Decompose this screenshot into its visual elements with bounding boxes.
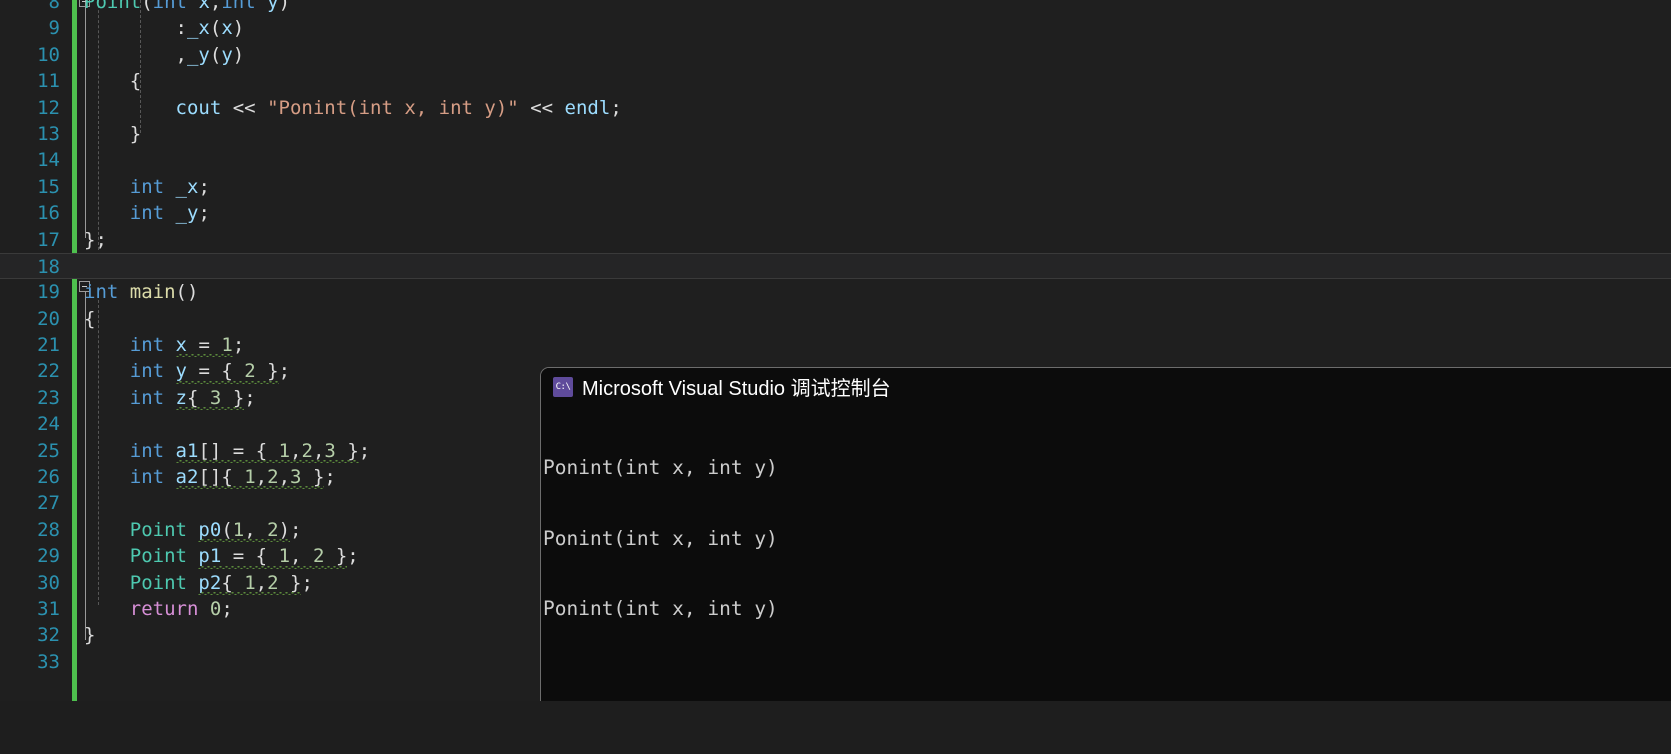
- line-content: }: [84, 624, 96, 647]
- line-number: 25: [37, 439, 60, 462]
- line-content: int _x;: [129, 175, 210, 198]
- line-number: 12: [37, 96, 60, 119]
- command-prompt-icon-glyph: C:\: [555, 381, 571, 392]
- code-line[interactable]: 13 }: [0, 121, 1671, 147]
- line-content: [84, 254, 95, 280]
- line-content: }: [129, 122, 142, 145]
- line-number: 8: [48, 0, 60, 13]
- line-number: 18: [37, 255, 60, 278]
- line-content: [84, 649, 95, 675]
- console-line: Ponint(int x, int y): [543, 597, 778, 620]
- line-number: 15: [37, 175, 60, 198]
- line-content: Point p2{ 1,2 };: [84, 570, 313, 596]
- debug-console-window[interactable]: C:\ Microsoft Visual Studio 调试控制台 Ponint…: [540, 367, 1671, 701]
- line-content: };: [84, 228, 107, 251]
- line-content: cout << "Ponint(int x, int y)" << endl;: [175, 96, 622, 119]
- code-line[interactable]: 8 Point(int x,int y): [0, 0, 1671, 15]
- line-number: 27: [37, 492, 60, 515]
- line-number: 17: [37, 228, 60, 251]
- line-number: 10: [37, 43, 60, 66]
- line-number: 28: [37, 518, 60, 541]
- line-number: 24: [37, 413, 60, 436]
- console-line: Ponint(int x, int y): [543, 526, 778, 550]
- line-number: 9: [48, 17, 60, 40]
- line-number: 21: [37, 334, 60, 357]
- line-content: return 0;: [129, 597, 233, 620]
- line-content: int z{ 3 };: [84, 385, 256, 411]
- line-number: 32: [37, 624, 60, 647]
- line-content: int x = 1;: [84, 332, 244, 358]
- line-number: 20: [37, 307, 60, 330]
- line-content: Point p1 = { 1, 2 };: [84, 543, 359, 570]
- command-prompt-icon: C:\: [553, 376, 573, 397]
- line-content: [84, 411, 95, 437]
- line-number: 16: [37, 202, 60, 225]
- line-content: {: [129, 70, 142, 93]
- line-content: :_x(x): [175, 17, 245, 40]
- line-content: {: [84, 307, 96, 330]
- code-line[interactable]: 14: [0, 147, 1671, 173]
- code-line[interactable]: 21 int x = 1;: [0, 332, 1671, 358]
- line-content: int main(): [84, 281, 199, 304]
- line-content: int a1[] = { 1,2,3 };: [84, 438, 370, 464]
- code-line[interactable]: 9 :_x(x): [0, 15, 1671, 41]
- line-number: 29: [37, 545, 60, 568]
- code-line[interactable]: 10 ,_y(y): [0, 42, 1671, 68]
- line-number: 33: [37, 650, 60, 673]
- code-line[interactable]: 16 int _y;: [0, 200, 1671, 226]
- line-content: Point p0(1, 2);: [84, 517, 301, 543]
- code-line[interactable]: 19 int main(): [0, 279, 1671, 305]
- code-line[interactable]: 11 {: [0, 68, 1671, 94]
- console-title: Microsoft Visual Studio 调试控制台: [582, 378, 891, 400]
- line-content: [84, 147, 95, 173]
- line-number: 30: [37, 571, 60, 594]
- line-number: 31: [37, 597, 60, 620]
- console-title-bar[interactable]: C:\ Microsoft Visual Studio 调试控制台: [541, 368, 1671, 405]
- code-line[interactable]: 20 {: [0, 306, 1671, 332]
- line-content: Point(int x,int y): [84, 0, 291, 13]
- line-number: 13: [37, 122, 60, 145]
- line-content: int y = { 2 };: [84, 358, 290, 385]
- line-content: int a2[]{ 1,2,3 };: [84, 464, 336, 490]
- code-line[interactable]: 15 int _x;: [0, 174, 1671, 200]
- console-output: Ponint(int x, int y) Ponint(int x, int y…: [541, 405, 1671, 701]
- line-number: 11: [37, 70, 60, 93]
- code-line-current[interactable]: 18: [0, 252, 1671, 280]
- line-content: ,_y(y): [175, 43, 245, 66]
- line-content: [84, 490, 95, 516]
- line-number: 19: [37, 281, 60, 304]
- line-number: 14: [37, 149, 60, 172]
- code-line[interactable]: 17 };: [0, 227, 1671, 253]
- line-number: 23: [37, 386, 60, 409]
- line-content: int _y;: [129, 202, 210, 225]
- code-line[interactable]: 12 cout << "Ponint(int x, int y)" << end…: [0, 95, 1671, 121]
- line-number: 26: [37, 466, 60, 489]
- console-line: Ponint(int x, int y): [543, 456, 778, 479]
- line-number: 22: [37, 360, 60, 383]
